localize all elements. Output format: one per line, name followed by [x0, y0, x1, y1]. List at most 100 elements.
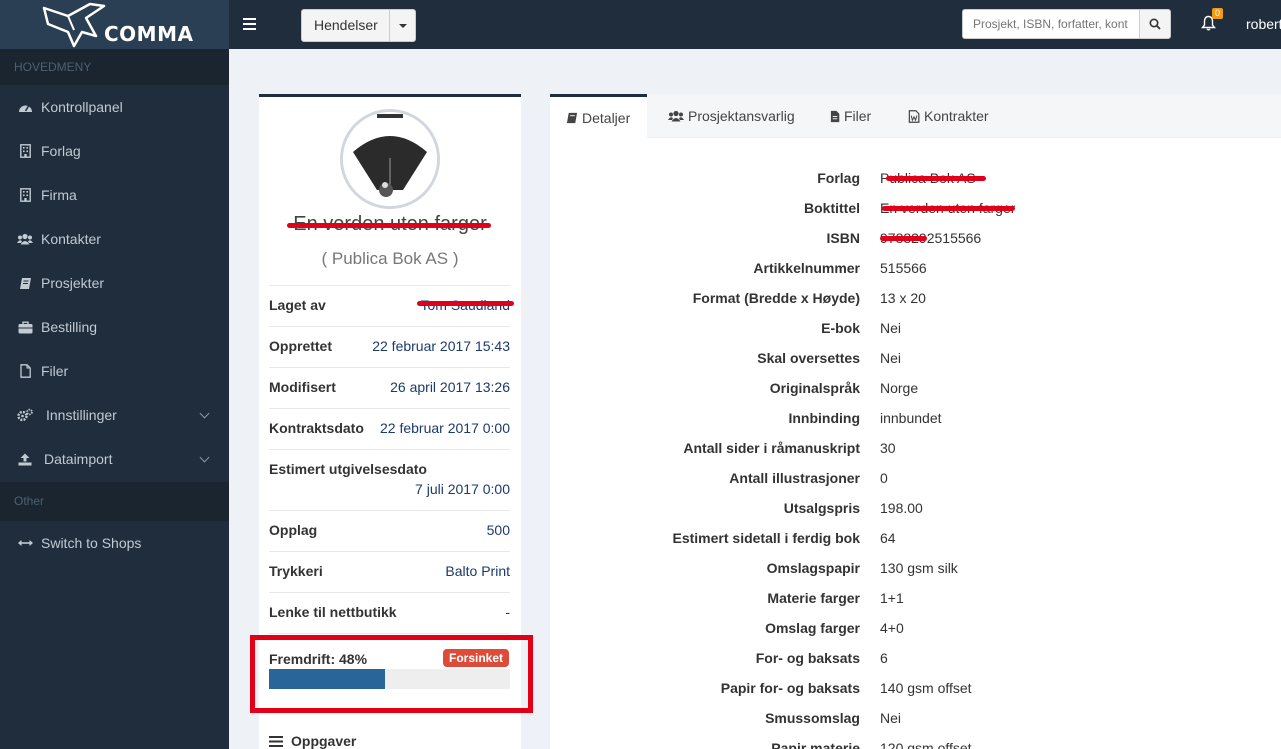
detail-value: Nei [880, 350, 902, 366]
sidebar-item-firma[interactable]: Firma [0, 173, 229, 217]
detail-row: BoktittelEn verden uten farger [550, 200, 1281, 230]
tasks-section-header[interactable]: Oppgaver [269, 733, 356, 749]
events-dropdown[interactable]: Hendelser [301, 9, 416, 42]
profile-row-laget-av: Laget av Tom Saudland [269, 285, 514, 326]
tab-filer[interactable]: Filer [830, 94, 871, 138]
tab-prosjektansvarlig[interactable]: Prosjektansvarlig [668, 94, 795, 138]
tab-label: Detaljer [582, 109, 631, 126]
profile-value: 22 februar 2017 15:43 [372, 338, 510, 354]
sidebar-item-kontrollpanel[interactable]: Kontrollpanel [0, 85, 229, 129]
detail-key: ISBN [826, 230, 860, 246]
sidebar-item-kontakter[interactable]: Kontakter [0, 217, 229, 261]
sidebar-header-main: HOVEDMENY [0, 49, 229, 85]
detail-row: Antall sider i råmanuskript 30 [550, 440, 1281, 470]
sidebar-item-label: Switch to Shops [41, 535, 142, 551]
sidebar-item-label: Bestilling [41, 319, 98, 335]
profile-value: 26 april 2017 13:26 [390, 379, 510, 395]
profile-row-opprettet: Opprettet 22 februar 2017 15:43 [269, 326, 510, 367]
detail-key: Omslagspapir [766, 560, 860, 576]
chevron-down-icon[interactable] [199, 408, 210, 419]
sidebar-item-label: Filer [41, 363, 69, 379]
profile-value: 22 februar 2017 0:00 [380, 420, 510, 436]
detail-value: Nei [880, 710, 902, 726]
users-icon [668, 110, 684, 122]
sidebar-header-other: Other [0, 482, 229, 521]
detail-key: Format (Bredde x Høyde) [692, 290, 860, 306]
tasks-list-icon [269, 735, 283, 747]
detail-key: Papir for- og baksats [720, 680, 860, 696]
tab-label: Filer [844, 108, 872, 124]
detail-key: Artikkelnummer [753, 260, 860, 276]
sidebar-item-label: Firma [41, 187, 77, 203]
detail-key: Materie farger [767, 590, 860, 606]
detail-row: For- og baksats 6 [550, 650, 1281, 680]
detail-key: Originalspråk [769, 380, 860, 396]
profile-row-lenke-til-nettbutikk: Lenke til nettbutikk - [269, 592, 510, 633]
detail-value: 4+0 [880, 620, 904, 636]
detail-row: Omslag farger 4+0 [550, 620, 1281, 650]
detail-key: Papir materie [771, 740, 860, 749]
cogs-icon [17, 407, 33, 423]
sidebar-item-label: Kontrollpanel [41, 99, 123, 115]
search-button[interactable] [1139, 9, 1171, 39]
hamburger-icon[interactable] [243, 14, 256, 35]
detail-key: Forlag [817, 170, 860, 186]
detail-value: innbundet [880, 410, 942, 426]
detail-value: 198.00 [880, 500, 923, 516]
notification-count-badge: 0 [1212, 8, 1224, 19]
detail-key: Boktittel [804, 200, 860, 216]
tab-kontrakter[interactable]: Kontrakter [908, 94, 989, 138]
project-details-panel: Detaljer Prosjektansvarlig Filer Kontrak… [550, 94, 1281, 749]
tab-label: Kontrakter [924, 108, 989, 124]
sidebar-item-prosjekter[interactable]: Prosjekter [0, 261, 229, 305]
tab-detaljer[interactable]: Detaljer [550, 94, 647, 138]
detail-key: Utsalgspris [783, 500, 860, 516]
redaction-mark [882, 206, 1015, 211]
profile-row-opplag: Opplag 500 [269, 510, 510, 551]
brand-logo[interactable]: COMMA [0, 0, 229, 49]
chevron-down-icon[interactable] [199, 452, 210, 463]
search-icon [1149, 18, 1161, 30]
detail-value: Norge [880, 380, 919, 396]
user-menu[interactable]: robert [1246, 16, 1281, 32]
profile-value: 7 juli 2017 0:00 [415, 481, 510, 497]
detail-value: 6 [880, 650, 888, 666]
sidebar-item-forlag[interactable]: Forlag [0, 129, 229, 173]
users-icon [17, 231, 33, 247]
profile-row-kontraktsdato: Kontraktsdato 22 februar 2017 0:00 [269, 408, 510, 449]
book-icon [566, 112, 578, 124]
detail-row: Estimert sidetall i ferdig bok 64 [550, 530, 1281, 560]
profile-key: Laget av [269, 297, 326, 313]
word-file-icon [908, 109, 920, 123]
redaction-mark [886, 176, 986, 181]
sidebar-item-label: Prosjekter [41, 275, 105, 291]
sidebar-item-dataimport[interactable]: Dataimport [0, 437, 229, 481]
detail-value: 130 gsm silk [880, 560, 958, 576]
sidebar-item-label: Kontakter [41, 231, 101, 247]
detail-value: 120 gsm offset [880, 740, 972, 749]
detail-row: Antall illustrasjoner 0 [550, 470, 1281, 500]
profile-row-modifisert: Modifisert 26 april 2017 13:26 [269, 367, 510, 408]
highlight-box [250, 635, 533, 713]
profile-key: Opplag [269, 522, 318, 538]
search-input[interactable] [962, 9, 1139, 39]
top-navbar: COMMA Hendelser 0 robert [0, 0, 1281, 49]
detail-row: Papir for- og baksats 140 gsm offset [550, 680, 1281, 710]
profile-key: Modifisert [269, 379, 336, 395]
sidebar-item-innstillinger[interactable]: Innstillinger [0, 393, 229, 437]
profile-row-divider [269, 633, 510, 634]
detail-row: Skal oversettes Nei [550, 350, 1281, 380]
building-icon [17, 143, 33, 159]
sidebar-item-bestilling[interactable]: Bestilling [0, 305, 229, 349]
detail-key: Omslag farger [765, 620, 860, 636]
sidebar: HOVEDMENY Kontrollpanel Forlag Firma Kon… [0, 49, 229, 749]
sidebar-item-switch-to-shops[interactable]: Switch to Shops [0, 521, 229, 565]
caret-down-icon[interactable] [390, 10, 415, 41]
detail-key: Smussomslag [765, 710, 860, 726]
profile-key: Estimert utgivelsesdato [269, 461, 427, 477]
redaction-mark [287, 223, 491, 228]
detail-row: E-bok Nei [550, 320, 1281, 350]
detail-value: 1+1 [880, 590, 904, 606]
bird-logo-icon [42, 2, 106, 48]
sidebar-item-filer[interactable]: Filer [0, 349, 229, 393]
